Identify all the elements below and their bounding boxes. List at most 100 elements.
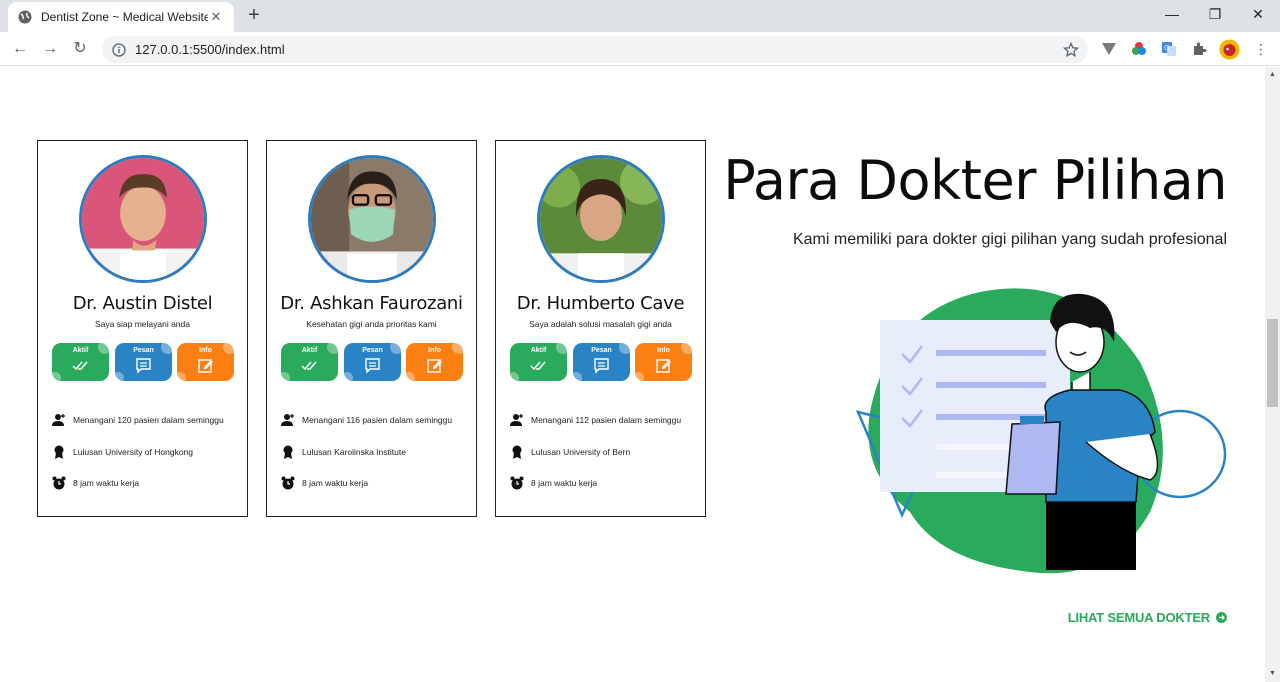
aktif-button[interactable]: Aktif	[52, 343, 109, 381]
add-user-icon	[281, 414, 294, 426]
aktif-button[interactable]: Aktif	[281, 343, 338, 381]
edit-icon	[427, 359, 442, 373]
education-text: Lulusan University of Hongkong	[73, 447, 194, 457]
edit-icon	[198, 359, 213, 373]
pesan-label: Pesan	[133, 347, 154, 354]
scroll-down-icon[interactable]: ▼	[1268, 669, 1277, 678]
pesan-label: Pesan	[591, 347, 612, 354]
translate-extension-icon[interactable]: G	[1161, 41, 1177, 57]
browser-menu-icon[interactable]: ⋮	[1250, 38, 1272, 60]
patients-row: Menangani 112 pasien dalam seminggu	[510, 413, 681, 427]
hours-row: 8 jam waktu kerja	[52, 476, 139, 490]
aktif-label: Aktif	[530, 347, 547, 354]
scroll-up-icon[interactable]: ▲	[1268, 70, 1277, 79]
patients-text: Menangani 116 pasien dalam seminggu	[302, 415, 453, 425]
alarm-clock-icon	[510, 476, 524, 490]
doctor-tagline: Saya adalah solusi masalah gigi anda	[529, 319, 672, 329]
award-icon	[512, 445, 522, 459]
browser-tab[interactable]: Dentist Zone ~ Medical Website ✕	[8, 2, 234, 32]
info-label: Info	[428, 347, 441, 354]
double-check-icon	[301, 361, 317, 371]
doctor-photo	[79, 155, 207, 283]
doctor-tagline: Kesehatan gigi anda prioritas kami	[306, 319, 437, 329]
hours-text: 8 jam waktu kerja	[73, 478, 140, 488]
doctor-checklist-illustration	[855, 288, 1227, 574]
doctor-photo	[308, 155, 436, 283]
forward-icon[interactable]: →	[39, 38, 61, 60]
doctor-card: Dr. Austin Distel Saya siap melayani and…	[37, 140, 248, 517]
add-user-icon	[52, 414, 65, 426]
pesan-label: Pesan	[362, 347, 383, 354]
aktif-label: Aktif	[72, 347, 89, 354]
info-label: Info	[199, 347, 212, 354]
extensions-puzzle-icon[interactable]	[1191, 41, 1207, 57]
doctor-name: Dr. Humberto Cave	[516, 293, 685, 314]
alarm-clock-icon	[52, 476, 66, 490]
add-user-icon	[510, 414, 523, 426]
doctor-card: Dr. Humberto Cave Saya adalah solusi mas…	[495, 140, 706, 517]
hours-text: 8 jam waktu kerja	[302, 478, 369, 488]
vpn-extension-icon[interactable]	[1101, 41, 1117, 57]
color-picker-extension-icon[interactable]	[1131, 41, 1147, 57]
message-icon	[365, 358, 380, 374]
education-row: Lulusan University of Bern	[510, 445, 630, 459]
vertical-scrollbar[interactable]: ▲ ▼	[1265, 67, 1280, 682]
aktif-button[interactable]: Aktif	[510, 343, 567, 381]
patients-text: Menangani 112 pasien dalam seminggu	[531, 415, 682, 425]
doctor-card: Dr. Ashkan Faurozani Kesehatan gigi anda…	[266, 140, 477, 517]
url-text: 127.0.0.1:5500/index.html	[135, 42, 285, 57]
education-text: Lulusan Karolinska Institute	[302, 447, 406, 457]
tab-title: Dentist Zone ~ Medical Website	[41, 10, 208, 24]
see-all-doctors-link[interactable]: LIHAT SEMUA DOKTER	[1068, 610, 1227, 625]
reload-icon[interactable]: ↻	[69, 38, 91, 60]
aktif-label: Aktif	[301, 347, 318, 354]
pesan-button[interactable]: Pesan	[344, 343, 401, 381]
site-info-icon[interactable]	[112, 42, 126, 57]
section-subtitle: Kami memiliki para dokter gigi pilihan y…	[792, 231, 1227, 248]
page-viewport: Dr. Austin Distel Saya siap melayani and…	[0, 67, 1265, 682]
back-icon[interactable]: ←	[9, 38, 31, 60]
message-icon	[594, 358, 609, 374]
see-all-doctors-label: LIHAT SEMUA DOKTER	[1067, 610, 1210, 625]
education-row: Lulusan University of Hongkong	[52, 445, 193, 459]
doctor-photo	[537, 155, 665, 283]
award-icon	[283, 445, 293, 459]
patients-text: Menangani 120 pasien dalam seminggu	[73, 415, 224, 425]
arrow-right-circle-icon	[1216, 612, 1227, 623]
svg-text:G: G	[1164, 44, 1169, 52]
restore-icon[interactable]: ❐	[1203, 4, 1227, 24]
globe-icon	[18, 10, 32, 24]
hours-row: 8 jam waktu kerja	[510, 476, 597, 490]
scrollbar-thumb[interactable]	[1267, 319, 1278, 407]
info-button[interactable]: Info	[406, 343, 463, 381]
minimize-icon[interactable]: —	[1160, 4, 1184, 24]
info-button[interactable]: Info	[177, 343, 234, 381]
info-label: Info	[657, 347, 670, 354]
award-icon	[54, 445, 64, 459]
hours-text: 8 jam waktu kerja	[531, 478, 598, 488]
close-tab-icon[interactable]: ✕	[208, 9, 224, 25]
double-check-icon	[530, 361, 546, 371]
education-text: Lulusan University of Bern	[531, 447, 631, 457]
pesan-button[interactable]: Pesan	[115, 343, 172, 381]
edit-icon	[656, 359, 671, 373]
alarm-clock-icon	[281, 476, 295, 490]
new-tab-icon[interactable]: +	[244, 5, 264, 25]
close-window-icon[interactable]: ✕	[1246, 4, 1270, 24]
doctor-name: Dr. Ashkan Faurozani	[280, 293, 463, 314]
pesan-button[interactable]: Pesan	[573, 343, 630, 381]
double-check-icon	[72, 361, 88, 371]
browser-toolbar: ← → ↻ 127.0.0.1:5500/index.html G ⋮	[0, 32, 1280, 66]
info-button[interactable]: Info	[635, 343, 692, 381]
education-row: Lulusan Karolinska Institute	[281, 445, 406, 459]
message-icon	[136, 358, 151, 374]
patients-row: Menangani 116 pasien dalam seminggu	[281, 413, 452, 427]
section-title: Para Dokter Pilihan	[723, 149, 1227, 212]
profile-avatar-icon[interactable]	[1219, 39, 1240, 60]
doctor-name: Dr. Austin Distel	[72, 293, 213, 314]
browser-tab-bar: Dentist Zone ~ Medical Website ✕ + — ❐ ✕	[0, 0, 1280, 32]
bookmark-star-icon[interactable]	[1063, 41, 1079, 58]
patients-row: Menangani 120 pasien dalam seminggu	[52, 413, 224, 427]
doctor-tagline: Saya siap melayani anda	[95, 319, 190, 329]
address-bar[interactable]: 127.0.0.1:5500/index.html	[102, 36, 1088, 63]
